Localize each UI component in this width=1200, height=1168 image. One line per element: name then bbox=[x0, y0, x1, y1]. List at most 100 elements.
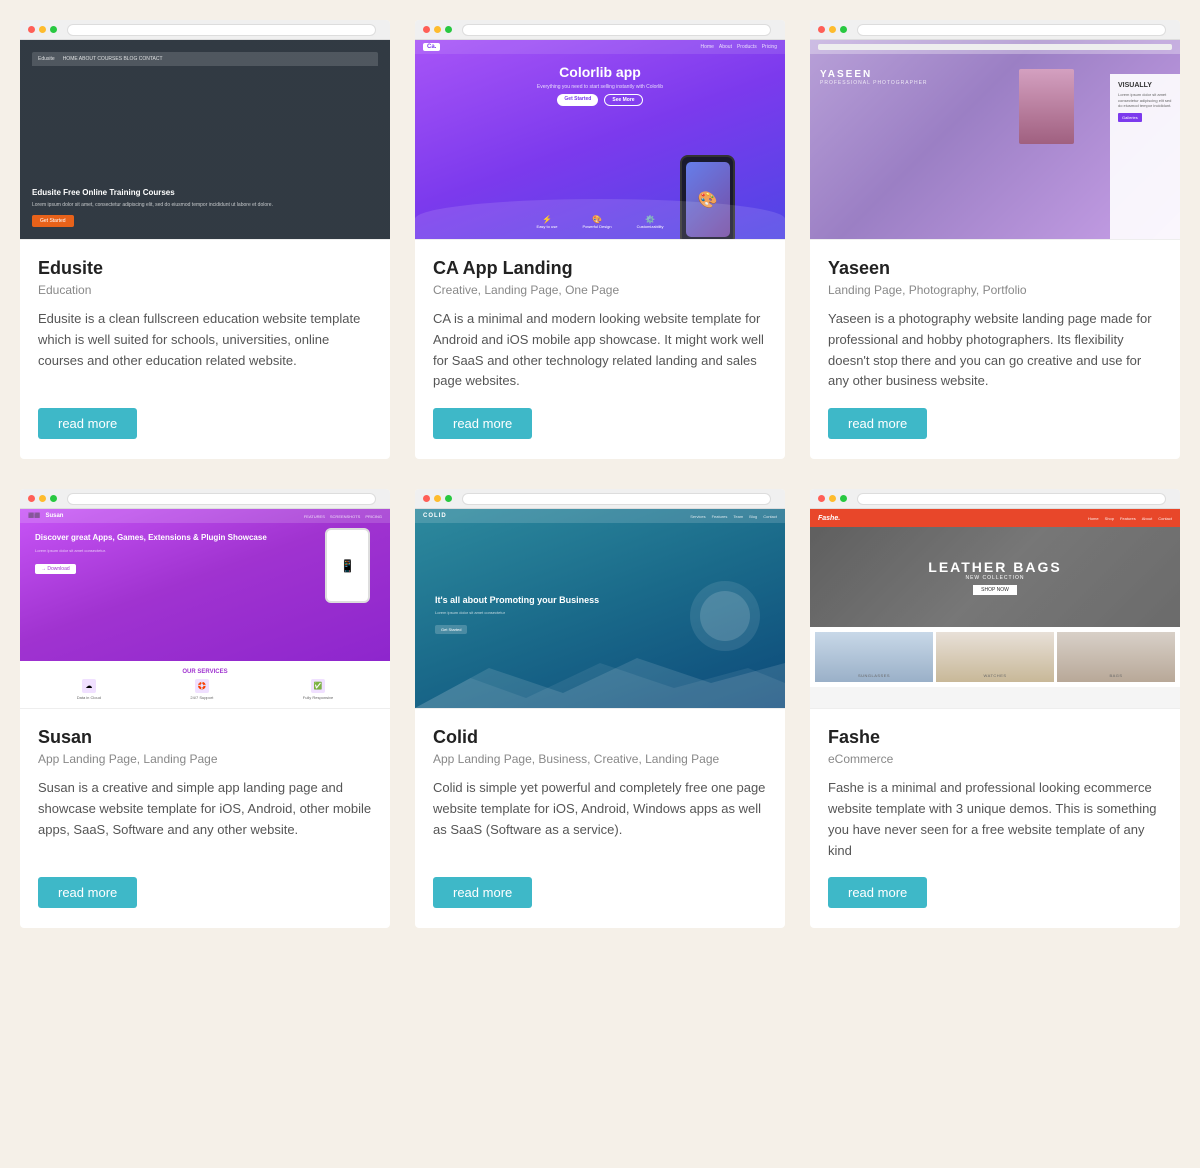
card-body-fashe: Fashe eCommerce Fashe is a minimal and p… bbox=[810, 709, 1180, 928]
browser-chrome bbox=[20, 489, 390, 509]
dot-red bbox=[28, 26, 35, 33]
ca-logo: Ca. bbox=[423, 43, 440, 51]
url-bar bbox=[67, 493, 376, 505]
read-more-button[interactable]: read more bbox=[828, 877, 927, 908]
feature-label-3: Customizability bbox=[637, 224, 664, 229]
dot-red bbox=[818, 26, 825, 33]
browser-chrome bbox=[20, 20, 390, 40]
card-tags: Landing Page, Photography, Portfolio bbox=[828, 283, 1162, 297]
yas-header bbox=[810, 40, 1180, 54]
dot-red bbox=[423, 495, 430, 502]
yas-right: VISUALLY Lorem ipsum dolor sit amet cons… bbox=[1014, 54, 1181, 239]
hero-subtext: Lorem ipsum dolor sit amet, consectetur … bbox=[32, 202, 378, 209]
services-grid: ☁ Data in Cloud 🛟 24/7 Support ✅ Fully R… bbox=[32, 679, 378, 700]
ca-hero: Colorlib app Everything you need to star… bbox=[415, 54, 785, 115]
site-header: Edusite HOME ABOUT COURSES BLOG CONTACT bbox=[32, 52, 378, 66]
yas-visually: VISUALLY bbox=[1118, 82, 1172, 89]
card-desc: CA is a minimal and modern looking websi… bbox=[433, 309, 767, 392]
card-tags: Creative, Landing Page, One Page bbox=[433, 283, 767, 297]
fas-product-sunglasses: SUNGLASSES bbox=[815, 632, 933, 682]
ca-feat-3: ⚙️ Customizability bbox=[637, 215, 664, 229]
card-desc: Susan is a creative and simple app landi… bbox=[38, 778, 372, 861]
dot-yellow bbox=[434, 495, 441, 502]
thumb-inner: YASEEN PROFESSIONAL PHOTOGRAPHER VISUALL… bbox=[810, 40, 1180, 239]
card-title: Susan bbox=[38, 727, 372, 748]
read-more-button[interactable]: read more bbox=[38, 877, 137, 908]
read-more-button[interactable]: read more bbox=[38, 408, 137, 439]
col-logo: COLID bbox=[423, 513, 447, 519]
card-desc: Yaseen is a photography website landing … bbox=[828, 309, 1162, 392]
col-cta: Get Started bbox=[435, 625, 467, 634]
browser-chrome bbox=[810, 489, 1180, 509]
fas-subtext: NEW COLLECTION bbox=[965, 575, 1024, 581]
dot-green bbox=[840, 26, 847, 33]
dot-red bbox=[818, 495, 825, 502]
service-icon-3: ✅ bbox=[311, 679, 325, 693]
card-body-yaseen: Yaseen Landing Page, Photography, Portfo… bbox=[810, 240, 1180, 459]
card-thumbnail-edusite: Edusite HOME ABOUT COURSES BLOG CONTACT … bbox=[20, 40, 390, 240]
card-yaseen: YASEEN PROFESSIONAL PHOTOGRAPHER VISUALL… bbox=[810, 20, 1180, 459]
dot-yellow bbox=[39, 26, 46, 33]
yas-panel-btns: Galleries bbox=[1118, 113, 1172, 122]
card-thumbnail-susan: ⬛⬛ Susan FEATURES SCREENSHOTS PRICING Di… bbox=[20, 509, 390, 709]
dot-yellow bbox=[39, 495, 46, 502]
card-tags: eCommerce bbox=[828, 752, 1162, 766]
fas-header: Fashe. Home Shop Features About Contact bbox=[810, 509, 1180, 527]
read-more-button[interactable]: read more bbox=[828, 408, 927, 439]
yas-subtitle: PROFESSIONAL PHOTOGRAPHER bbox=[820, 80, 1004, 86]
service-item-2: 🛟 24/7 Support bbox=[190, 679, 213, 700]
feature-icon-2: 🎨 bbox=[582, 215, 611, 224]
dot-red bbox=[28, 495, 35, 502]
card-thumbnail-yaseen: YASEEN PROFESSIONAL PHOTOGRAPHER VISUALL… bbox=[810, 40, 1180, 240]
yas-panel: VISUALLY Lorem ipsum dolor sit amet cons… bbox=[1110, 74, 1180, 239]
card-body-ca: CA App Landing Creative, Landing Page, O… bbox=[415, 240, 785, 459]
card-colid: COLID Services Features Team Blog Contac… bbox=[415, 489, 785, 928]
sus-headline: Discover great Apps, Games, Extensions &… bbox=[35, 533, 375, 543]
yas-name: YASEEN bbox=[820, 69, 1004, 80]
card-thumbnail-fashe: Fashe. Home Shop Features About Contact … bbox=[810, 509, 1180, 709]
dot-yellow bbox=[829, 26, 836, 33]
card-desc: Colid is simple yet powerful and complet… bbox=[433, 778, 767, 861]
url-bar bbox=[67, 24, 376, 36]
feature-icon-3: ⚙️ bbox=[637, 215, 664, 224]
dot-yellow bbox=[434, 26, 441, 33]
dot-green bbox=[445, 26, 452, 33]
service-item-3: ✅ Fully Responsive bbox=[303, 679, 333, 700]
fas-product-watches: WATCHES bbox=[936, 632, 1054, 682]
dot-red bbox=[423, 26, 430, 33]
yas-btn: Galleries bbox=[1118, 113, 1142, 122]
fas-logo: Fashe. bbox=[818, 515, 840, 522]
dot-green bbox=[50, 495, 57, 502]
feature-label-2: Powerful Design bbox=[582, 224, 611, 229]
browser-chrome bbox=[415, 489, 785, 509]
ca-headline: Colorlib app bbox=[435, 64, 765, 81]
url-bar bbox=[857, 24, 1166, 36]
service-icon-1: ☁ bbox=[82, 679, 96, 693]
yas-content: YASEEN PROFESSIONAL PHOTOGRAPHER VISUALL… bbox=[810, 54, 1180, 239]
card-body-edusite: Edusite Education Edusite is a clean ful… bbox=[20, 240, 390, 459]
site-logo: Edusite bbox=[38, 56, 55, 62]
ca-subtext: Everything you need to start selling ins… bbox=[435, 84, 765, 90]
dot-green bbox=[50, 26, 57, 33]
card-desc: Edusite is a clean fullscreen education … bbox=[38, 309, 372, 392]
url-bar bbox=[462, 24, 771, 36]
card-thumbnail-ca: Ca. Home About Products Pricing Colorlib… bbox=[415, 40, 785, 240]
service-icon-2: 🛟 bbox=[195, 679, 209, 693]
card-title: CA App Landing bbox=[433, 258, 767, 279]
card-ca-app-landing: Ca. Home About Products Pricing Colorlib… bbox=[415, 20, 785, 459]
hero-headline: Edusite Free Online Training Courses bbox=[32, 188, 378, 198]
sus-dots: ⬛⬛ bbox=[28, 513, 40, 519]
yas-url bbox=[818, 44, 1172, 50]
ca-nav: Home About Products Pricing bbox=[701, 44, 777, 50]
card-thumbnail-colid: COLID Services Features Team Blog Contac… bbox=[415, 509, 785, 709]
card-tags: App Landing Page, Business, Creative, La… bbox=[433, 752, 767, 766]
fas-headline: LEATHER BAGS bbox=[928, 559, 1061, 575]
read-more-button[interactable]: read more bbox=[433, 408, 532, 439]
dot-green bbox=[840, 495, 847, 502]
ca-features: ⚡ Easy to use 🎨 Powerful Design ⚙️ Custo… bbox=[415, 215, 785, 229]
sus-logo: Susan bbox=[45, 513, 63, 519]
read-more-button[interactable]: read more bbox=[433, 877, 532, 908]
card-desc: Fashe is a minimal and professional look… bbox=[828, 778, 1162, 861]
sus-nav: FEATURES SCREENSHOTS PRICING bbox=[304, 514, 382, 519]
fas-product-bags: BAGS bbox=[1057, 632, 1175, 682]
